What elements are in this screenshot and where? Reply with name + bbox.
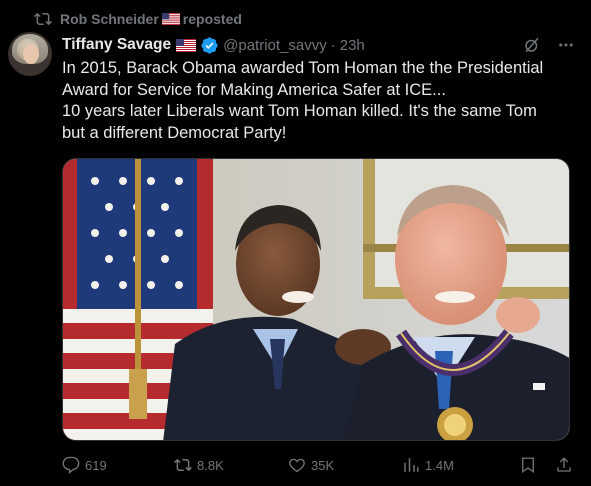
tweet-line: 10 years later Liberals want Tom Homan k… (62, 102, 537, 120)
repost-icon (34, 12, 52, 26)
like-count: 35K (311, 457, 335, 473)
avatar[interactable] (8, 32, 52, 76)
repost-label: reposted (182, 11, 242, 27)
views-button[interactable]: 1.4M (402, 456, 454, 474)
tweet-photo[interactable] (62, 158, 570, 441)
tweet-line: but a different Democrat Party! (62, 123, 287, 142)
tweet-actions: 619 8.8K 35K 1.4M (62, 454, 573, 476)
repost-icon (174, 458, 192, 472)
tweet-text: In 2015, Barack Obama awarded Tom Homan … (62, 58, 582, 144)
tweet-line: Award for Service for Making America Saf… (62, 80, 446, 99)
repost-author[interactable]: Rob Schneider (60, 11, 159, 27)
tweet-header: Tiffany Savage @patriot_savvy · 23h (62, 34, 579, 56)
repost-button[interactable]: 8.8K (174, 456, 224, 474)
verified-badge-icon (201, 36, 218, 54)
author-handle[interactable]: @patriot_savvy (223, 37, 327, 54)
like-button[interactable]: 35K (288, 456, 334, 474)
us-flag-icon (176, 38, 197, 52)
us-flag-icon (161, 13, 180, 25)
repost-attribution[interactable]: Rob Schneider reposted (34, 10, 242, 28)
author-name[interactable]: Tiffany Savage (62, 36, 171, 54)
views-chart-icon (404, 458, 419, 472)
share-icon[interactable] (555, 456, 573, 474)
heart-icon (289, 458, 305, 473)
reply-icon (62, 456, 80, 474)
grok-icon[interactable] (523, 36, 541, 54)
more-icon[interactable] (557, 36, 575, 54)
view-count: 1.4M (425, 457, 454, 473)
timestamp[interactable]: 23h (340, 37, 365, 54)
bookmark-icon[interactable] (519, 456, 537, 474)
tweet-line: In 2015, Barack Obama awarded Tom Homan … (62, 59, 544, 77)
separator: · (330, 36, 336, 54)
repost-count: 8.8K (197, 457, 224, 473)
reply-button[interactable]: 619 (62, 456, 107, 474)
reply-count: 619 (85, 457, 107, 473)
